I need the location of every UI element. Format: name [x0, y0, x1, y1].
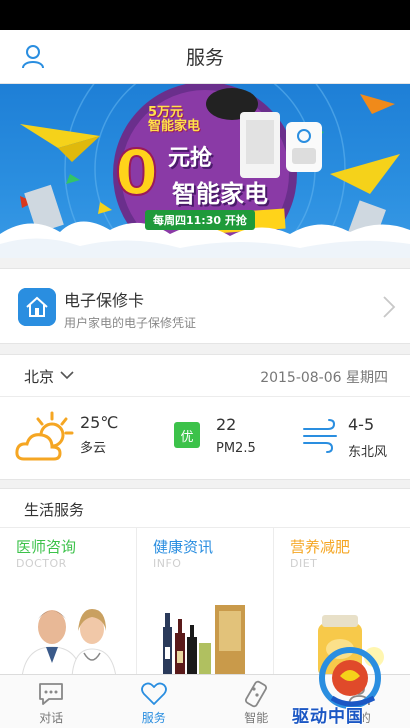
warranty-title: 电子保修卡: [64, 291, 145, 310]
aqi-value: 22: [216, 415, 237, 434]
doctors-image: [21, 609, 117, 677]
warranty-subtitle: 用户家电的电子保修凭证: [64, 316, 197, 330]
life-services-title: 生活服务: [24, 501, 85, 519]
promo-badge: 每周四11:30 开抢: [145, 210, 255, 230]
weather-header: 北京 2015-08-06 星期四: [0, 355, 410, 397]
tab-chat-label: 对话: [39, 711, 64, 725]
tab-service-label: 服务: [141, 711, 166, 725]
heart-icon: [140, 682, 167, 705]
app-header: 服务: [0, 30, 410, 84]
city-selector[interactable]: 北京: [24, 366, 54, 387]
aqi-label: PM2.5: [216, 441, 256, 456]
wind-direction: 东北风: [348, 445, 388, 460]
chevron-right-icon: [383, 296, 396, 318]
user-icon[interactable]: [18, 42, 48, 72]
remote-icon: [245, 680, 268, 708]
warranty-card[interactable]: 电子保修卡 用户家电的电子保修凭证: [0, 268, 410, 344]
promo-banner[interactable]: 0 5万元 智能家电 元抢 智能家电 每周四11:30 开抢: [0, 84, 410, 258]
products-image: [163, 605, 245, 677]
promo-small-line1: 5万元: [148, 105, 184, 120]
page-title: 服务: [185, 47, 224, 69]
svg-text:0: 0: [115, 136, 158, 209]
card-diet-subtitle: DIET: [290, 557, 318, 570]
watermark-text: 驱动中国: [292, 707, 364, 727]
temperature: 25℃: [80, 413, 119, 432]
chevron-down-icon[interactable]: [60, 370, 74, 380]
card-doctor[interactable]: 医师咨询 DOCTOR: [0, 528, 137, 677]
card-info-subtitle: INFO: [153, 557, 182, 570]
chat-icon: [39, 683, 64, 705]
card-info[interactable]: 健康资讯 INFO: [137, 528, 274, 677]
promo-small-text: 5万元 智能家电: [148, 106, 200, 134]
house-icon: [18, 288, 56, 326]
tab-service[interactable]: 服务: [103, 675, 206, 728]
weather-panel: 北京 2015-08-06 星期四 25℃ 多云 优 22 PM2.5 4-5 …: [0, 354, 410, 480]
card-diet-title: 营养减肥: [290, 538, 351, 556]
tab-chat[interactable]: 对话: [0, 675, 103, 728]
promo-big-line1: 元抢: [168, 146, 213, 171]
status-bar: [0, 0, 410, 30]
weather-date: 2015-08-06 星期四: [260, 370, 388, 386]
card-doctor-title: 医师咨询: [16, 538, 77, 556]
card-doctor-subtitle: DOCTOR: [16, 557, 67, 570]
partly-cloudy-icon: [15, 411, 74, 461]
promo-small-line2: 智能家电: [148, 119, 201, 134]
weather-condition: 多云: [80, 441, 107, 456]
aqi-badge: 优: [174, 422, 200, 448]
wind-icon: [303, 419, 337, 453]
promo-big-line2: 智能家电: [172, 180, 268, 208]
watermark: 驱动中国: [292, 640, 410, 728]
card-info-title: 健康资讯: [153, 538, 214, 556]
wind-level: 4-5: [348, 415, 375, 434]
